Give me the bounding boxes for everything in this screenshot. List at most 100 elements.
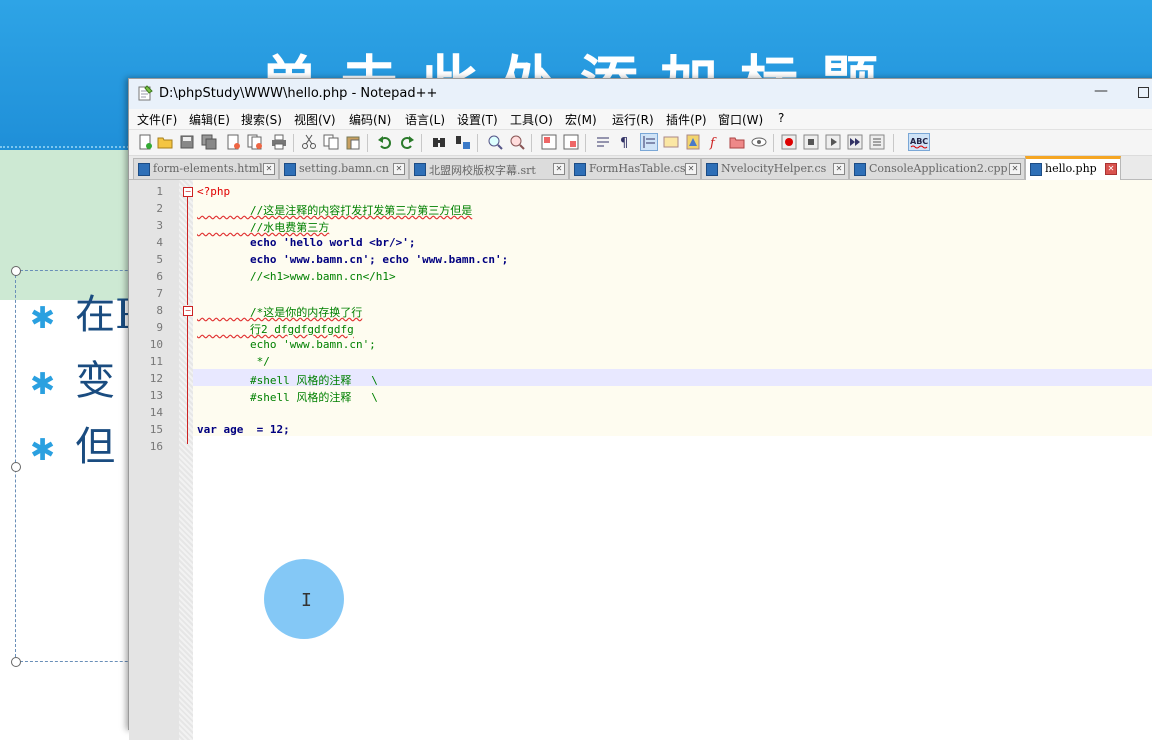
code-line[interactable]: //水电费第三方 [197, 219, 329, 235]
code-line[interactable]: #shell 风格的注释 \ [197, 372, 378, 388]
stop-record-icon[interactable] [803, 134, 819, 150]
line-number: 1 [156, 185, 163, 198]
asterisk-icon: ✱ [30, 300, 56, 336]
close-icon[interactable] [225, 134, 241, 150]
find-icon[interactable] [431, 134, 447, 150]
tab-close-icon[interactable]: ✕ [553, 163, 565, 175]
tab-close-icon[interactable]: ✕ [685, 163, 697, 175]
fold-toggle-icon[interactable]: − [183, 306, 193, 316]
tab-close-icon[interactable]: ✕ [833, 163, 845, 175]
record-macro-icon[interactable] [781, 134, 797, 150]
replace-icon[interactable] [455, 134, 471, 150]
sync-v-icon[interactable] [541, 134, 557, 150]
monitor-icon[interactable] [751, 134, 767, 150]
toolbar-separator [893, 134, 894, 152]
wrap-icon[interactable] [595, 134, 611, 150]
title-bar[interactable]: D:\phpStudy\WWW\hello.php - Notepad++ — [129, 79, 1152, 109]
tab-form-elements-html[interactable]: form-elements.html ✕ [133, 158, 279, 179]
folder-as-workspace-icon[interactable] [729, 134, 745, 150]
tab-setting-bamn-cn[interactable]: setting.bamn.cn ✕ [279, 158, 409, 179]
menu-settings[interactable]: 设置(T) [457, 111, 498, 128]
menu-macro[interactable]: 宏(M) [565, 111, 597, 128]
line-number: 2 [156, 202, 163, 215]
asterisk-icon: ✱ [30, 366, 56, 402]
code-line[interactable]: echo 'hello world <br/>'; [197, 236, 416, 249]
tab-close-icon[interactable]: ✕ [393, 163, 405, 175]
udl-icon[interactable] [663, 134, 679, 150]
show-all-chars-icon[interactable]: ¶ [617, 134, 633, 150]
code-line[interactable]: */ [197, 355, 270, 368]
save-all-icon[interactable] [201, 134, 217, 150]
slide-bullet: ✱ 在P [30, 292, 143, 338]
tab-formhastable-cs[interactable]: FormHasTable.cs ✕ [569, 158, 701, 179]
code-line[interactable]: //这是注释的内容打发打发第三方第三方但是 [197, 202, 472, 218]
save-macro-icon[interactable] [869, 134, 885, 150]
maximize-button[interactable] [1138, 87, 1149, 98]
toolbar-separator [477, 134, 478, 152]
code-line[interactable]: 行2 dfgdfgdfgdfg [197, 321, 354, 337]
minimize-button[interactable]: — [1091, 83, 1111, 103]
open-file-icon[interactable] [157, 134, 173, 150]
resize-handle[interactable] [11, 462, 21, 472]
menu-encoding[interactable]: 编码(N) [349, 111, 391, 128]
file-icon [1030, 163, 1042, 176]
sync-h-icon[interactable] [563, 134, 579, 150]
line-number-gutter: 1 2 3 4 5 6 7 8 9 10 11 12 13 14 15 16 [129, 180, 179, 740]
menu-help[interactable]: ? [778, 111, 784, 125]
tab-close-icon[interactable]: ✕ [1009, 163, 1021, 175]
line-number: 8 [156, 304, 163, 317]
menu-bar: 文件(F) 编辑(E) 搜索(S) 视图(V) 编码(N) 语言(L) 设置(T… [129, 109, 1152, 130]
line-number: 3 [156, 219, 163, 232]
code-line[interactable]: echo 'www.bamn.cn'; echo 'www.bamn.cn'; [197, 253, 508, 266]
menu-edit[interactable]: 编辑(E) [189, 111, 230, 128]
play-macro-icon[interactable] [825, 134, 841, 150]
copy-icon[interactable] [323, 134, 339, 150]
resize-handle[interactable] [11, 657, 21, 667]
print-icon[interactable] [271, 134, 287, 150]
new-file-icon[interactable] [137, 134, 153, 150]
redo-icon[interactable] [399, 134, 415, 150]
code-editor[interactable]: 1 2 3 4 5 6 7 8 9 10 11 12 13 14 15 16 −… [129, 180, 1152, 740]
function-list-icon[interactable]: f [707, 134, 723, 150]
line-number: 7 [156, 287, 163, 300]
code-line[interactable]: echo 'www.bamn.cn'; [197, 338, 376, 351]
tab-close-icon[interactable]: ✕ [263, 163, 275, 175]
tab-consoleapplication2-cpp[interactable]: ConsoleApplication2.cpp ✕ [849, 158, 1025, 179]
menu-view[interactable]: 视图(V) [294, 111, 336, 128]
fold-line [187, 197, 188, 305]
spellcheck-icon[interactable]: ABC [908, 133, 930, 151]
cut-icon[interactable] [301, 134, 317, 150]
tab-close-icon[interactable]: ✕ [1105, 163, 1117, 175]
menu-run[interactable]: 运行(R) [612, 111, 654, 128]
zoom-in-icon[interactable] [487, 134, 503, 150]
save-icon[interactable] [179, 134, 195, 150]
menu-file[interactable]: 文件(F) [137, 111, 177, 128]
indent-guide-icon[interactable] [640, 133, 658, 151]
menu-window[interactable]: 窗口(W) [718, 111, 763, 128]
paste-icon[interactable] [345, 134, 361, 150]
code-line[interactable]: /*这是你的内存换了行 [197, 304, 362, 320]
code-line[interactable]: <?php [197, 185, 230, 198]
fold-margin[interactable] [179, 180, 193, 740]
close-all-icon[interactable] [247, 134, 263, 150]
doc-map-icon[interactable] [685, 134, 701, 150]
fold-toggle-icon[interactable]: − [183, 187, 193, 197]
line-number: 10 [149, 338, 163, 351]
tab-nvelocityhelper-cs[interactable]: NvelocityHelper.cs ✕ [701, 158, 849, 179]
menu-search[interactable]: 搜索(S) [241, 111, 282, 128]
tab-subtitle-srt[interactable]: 北盟网校版权字幕.srt ✕ [409, 158, 569, 179]
run-macro-multiple-icon[interactable] [847, 134, 863, 150]
code-line[interactable]: //<h1>www.bamn.cn</h1> [197, 270, 396, 283]
file-icon [284, 163, 296, 176]
zoom-out-icon[interactable] [509, 134, 525, 150]
menu-plugins[interactable]: 插件(P) [666, 111, 707, 128]
undo-icon[interactable] [377, 134, 393, 150]
tab-hello-php[interactable]: hello.php ✕ [1025, 156, 1121, 182]
resize-handle[interactable] [11, 266, 21, 276]
code-line[interactable]: #shell 风格的注释 \ [197, 389, 378, 405]
menu-language[interactable]: 语言(L) [405, 111, 445, 128]
toolbar-separator [293, 134, 294, 152]
tab-bar: form-elements.html ✕ setting.bamn.cn ✕ 北盟网… [129, 156, 1152, 182]
code-line[interactable]: var age = 12; [197, 423, 290, 436]
menu-tools[interactable]: 工具(O) [510, 111, 553, 128]
